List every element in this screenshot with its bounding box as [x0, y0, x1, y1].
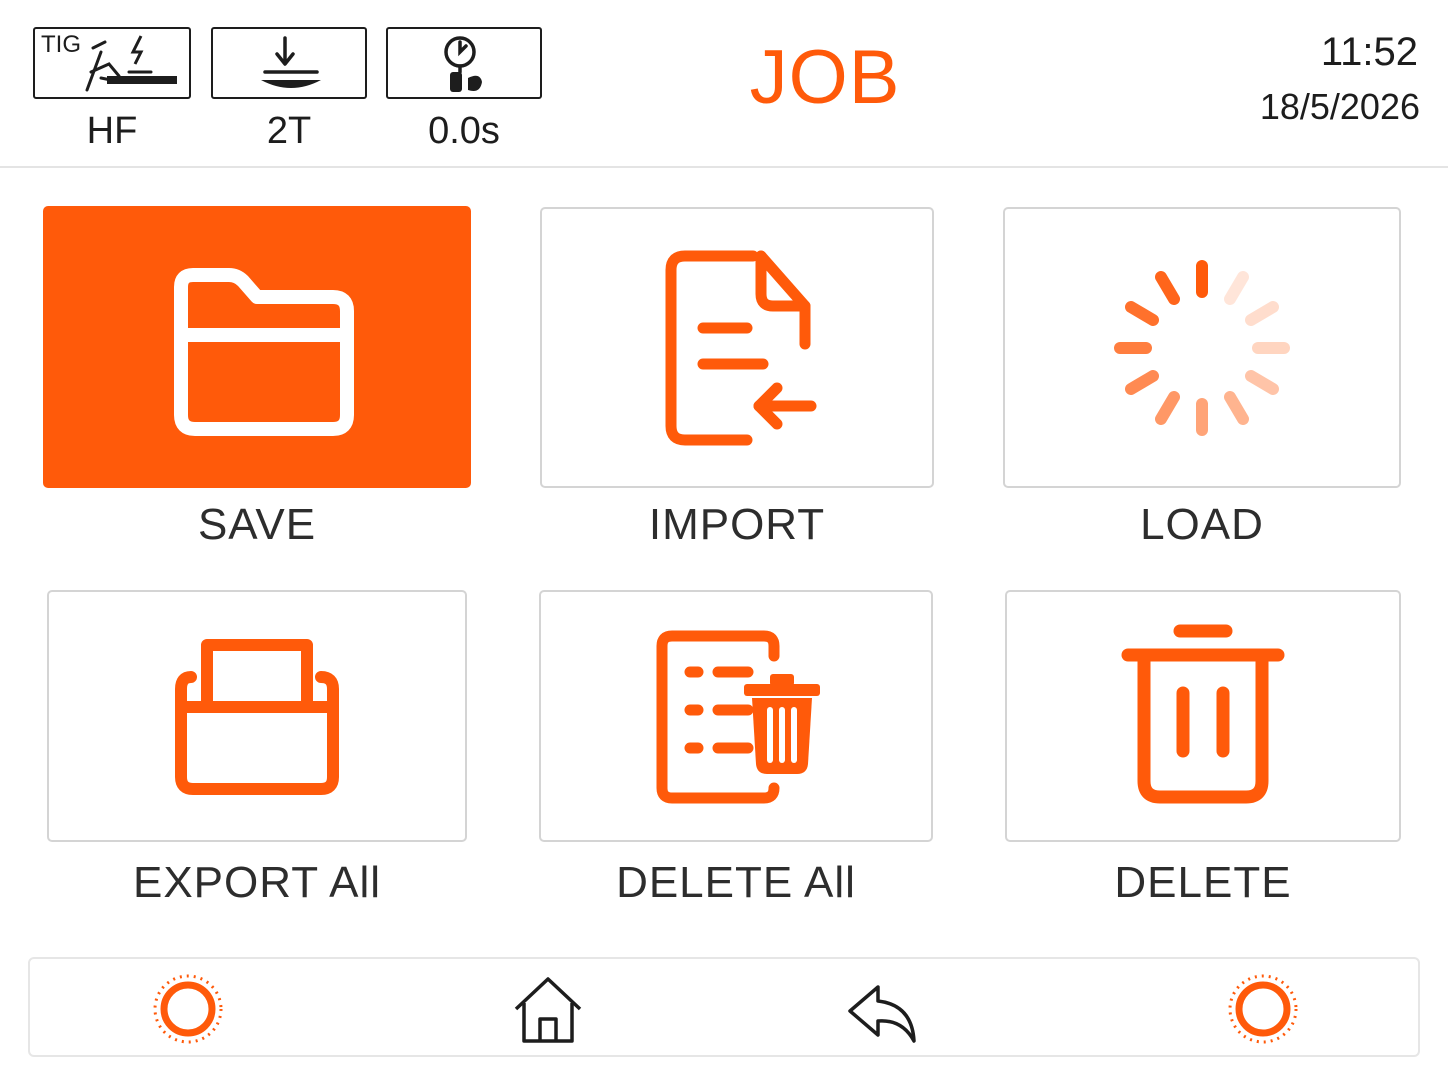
file-delete-icon: [656, 630, 820, 804]
gas-timer-icon: [444, 36, 482, 92]
home-icon: [514, 977, 582, 1043]
clock-time: 11:52: [1320, 30, 1418, 74]
process-mode-indicator[interactable]: TIG: [33, 27, 191, 99]
trigger-mode-label: 2T: [266, 110, 312, 152]
export-all-label: EXPORT All: [132, 858, 382, 907]
clock-date: 18/5/2026: [1259, 86, 1420, 127]
bottom-nav-bar: [28, 957, 1420, 1057]
gas-timer-label: 0.0s: [428, 110, 500, 152]
export-all-button[interactable]: [47, 590, 467, 842]
back-button[interactable]: [842, 971, 922, 1047]
file-import-icon: [665, 250, 817, 445]
folder-icon: [174, 268, 354, 436]
settings-ring-icon: [1228, 974, 1298, 1044]
right-settings-button[interactable]: [1223, 971, 1303, 1047]
arc-start-label: HF: [86, 110, 138, 152]
delete-all-label: DELETE All: [616, 858, 856, 907]
import-button[interactable]: [540, 207, 934, 488]
export-tray-icon: [175, 639, 339, 795]
tig-torch-icon: [85, 35, 177, 92]
left-settings-button[interactable]: [148, 971, 228, 1047]
delete-label: DELETE: [1114, 858, 1292, 907]
load-label: LOAD: [1140, 500, 1264, 549]
back-arrow-icon: [848, 985, 916, 1043]
save-label: SAVE: [197, 500, 317, 549]
page-title: JOB: [749, 35, 901, 120]
save-button[interactable]: [43, 206, 471, 488]
delete-button[interactable]: [1005, 590, 1401, 842]
import-label: IMPORT: [648, 500, 826, 549]
spinner-icon: [1114, 259, 1290, 436]
trigger-mode-indicator[interactable]: [211, 27, 367, 99]
trigger-mode-icon: [261, 36, 321, 88]
gas-timer-indicator[interactable]: [386, 27, 542, 99]
header-bar: TIG HF 2T 0.0s JOB 11:52 18/5/2026: [0, 0, 1448, 168]
home-button[interactable]: [508, 971, 588, 1047]
process-type-text: TIG: [41, 31, 81, 58]
trash-icon: [1121, 624, 1285, 804]
settings-ring-icon: [153, 974, 223, 1044]
load-button[interactable]: [1003, 207, 1401, 488]
delete-all-button[interactable]: [539, 590, 933, 842]
